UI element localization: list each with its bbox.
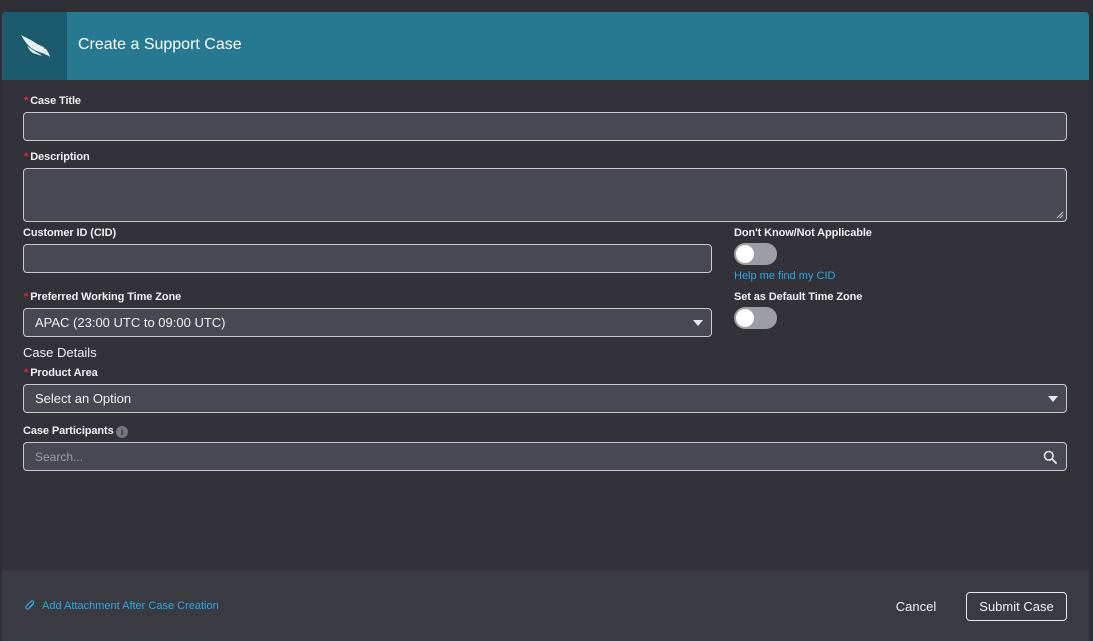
description-textarea[interactable] [23,168,1067,222]
falcon-logo-icon [20,35,50,57]
add-attachment-link[interactable]: Add Attachment After Case Creation [42,600,219,612]
time-zone-selected-value: APAC (23:00 UTC to 09:00 UTC) [35,315,226,330]
participants-search-input[interactable]: Search... [23,442,1067,471]
case-details-heading: Case Details [23,345,97,360]
required-marker: * [24,367,29,379]
search-placeholder: Search... [35,450,84,464]
modal-header: Create a Support Case [2,12,1089,80]
description-label-text: Description [30,151,90,163]
product-area-label-text: Product Area [30,367,98,379]
product-area-select[interactable]: Select an Option [23,384,1067,413]
customer-id-input[interactable] [23,244,712,273]
resize-handle-icon[interactable] [1056,211,1064,219]
dont-know-toggle[interactable] [734,243,777,265]
required-marker: * [24,291,29,303]
chevron-down-icon [1048,396,1058,402]
product-area-selected-value: Select an Option [35,391,132,406]
help-find-cid-link[interactable]: Help me find my CID [734,270,835,282]
page-title: Create a Support Case [78,36,242,53]
case-title-input[interactable] [23,112,1067,141]
cancel-button[interactable]: Cancel [886,594,946,620]
participants-label: Case Participants [23,425,114,437]
paperclip-icon [25,600,35,610]
required-marker: * [24,95,29,107]
default-tz-toggle[interactable] [734,307,777,329]
product-area-label: * Product Area [24,367,98,379]
customer-id-label: Customer ID (CID) [23,227,117,239]
description-label: * Description [24,151,90,163]
logo-container [2,12,67,80]
chevron-down-icon [693,320,703,326]
modal-footer: Add Attachment After Case Creation Cance… [2,570,1089,641]
info-icon[interactable]: i [116,426,128,438]
search-icon[interactable] [1043,450,1057,464]
default-tz-label: Set as Default Time Zone [734,291,863,303]
submit-case-button[interactable]: Submit Case [966,592,1067,621]
time-zone-select[interactable]: APAC (23:00 UTC to 09:00 UTC) [23,308,712,337]
case-title-label-text: Case Title [30,95,81,107]
dont-know-label: Don't Know/Not Applicable [734,227,872,239]
time-zone-label: * Preferred Working Time Zone [24,291,181,303]
toggle-knob [736,309,754,327]
required-marker: * [24,151,29,163]
case-title-label: * Case Title [24,95,81,107]
toggle-knob [736,245,754,263]
create-case-modal: Create a Support Case * Case Title * Descr… [2,12,1089,641]
time-zone-label-text: Preferred Working Time Zone [30,291,182,303]
